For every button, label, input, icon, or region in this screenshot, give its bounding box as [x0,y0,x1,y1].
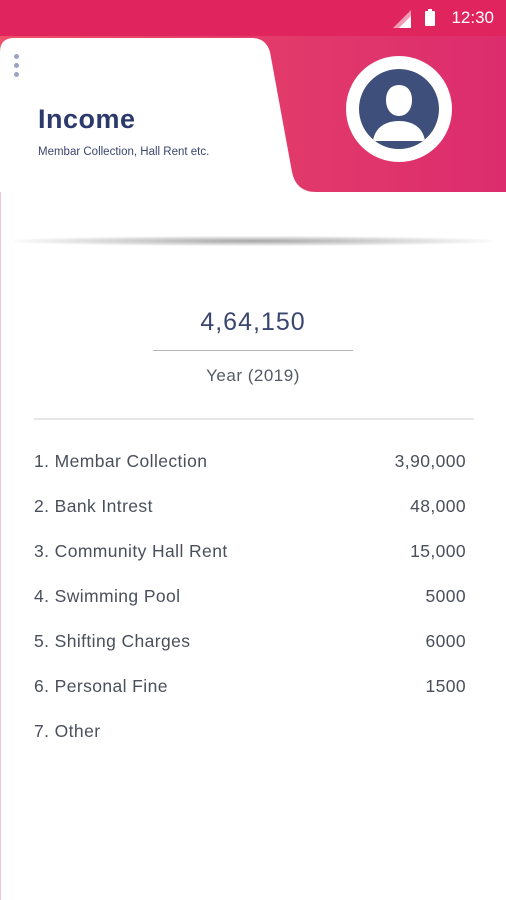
list-item[interactable]: 6. Personal Fine 1500 [34,673,466,718]
list-item[interactable]: 7. Other [34,718,466,763]
item-label: 5. Shifting Charges [34,631,191,651]
year-selector[interactable]: Year (2019) [153,366,353,386]
list-item[interactable]: 1. Membar Collection 3,90,000 [34,448,466,493]
section-shadow [14,236,492,246]
item-label: 4. Swimming Pool [34,586,181,606]
divider [34,418,474,420]
list-item[interactable]: 4. Swimming Pool 5000 [34,583,466,628]
item-value: 3,90,000 [394,451,466,471]
user-avatar[interactable] [346,56,452,162]
income-list: 1. Membar Collection 3,90,000 2. Bank In… [34,448,466,763]
page-subtitle: Membar Collection, Hall Rent etc. [38,146,210,158]
item-value: 48,000 [410,496,466,516]
item-label: 2. Bank Intrest [34,496,153,516]
item-value: 1500 [425,676,466,696]
total-underline [153,350,353,351]
item-value: 6000 [425,631,466,651]
list-item[interactable]: 2. Bank Intrest 48,000 [34,493,466,538]
total-amount: 4,64,150 [200,308,306,336]
item-value: 5000 [425,586,466,606]
list-item[interactable]: 3. Community Hall Rent 15,000 [34,538,466,583]
more-vertical-icon[interactable] [10,54,22,82]
list-item[interactable]: 5. Shifting Charges 6000 [34,628,466,673]
item-label: 7. Other [34,721,101,741]
income-screen: 12:30 Income Membar Collection, Hall Ren… [0,0,506,900]
item-label: 6. Personal Fine [34,676,168,696]
user-avatar-icon [359,69,439,149]
item-label: 1. Membar Collection [34,451,208,471]
page-title: Income [38,104,136,134]
item-label: 3. Community Hall Rent [34,541,228,561]
item-value: 15,000 [410,541,466,561]
card-edge [0,192,1,900]
